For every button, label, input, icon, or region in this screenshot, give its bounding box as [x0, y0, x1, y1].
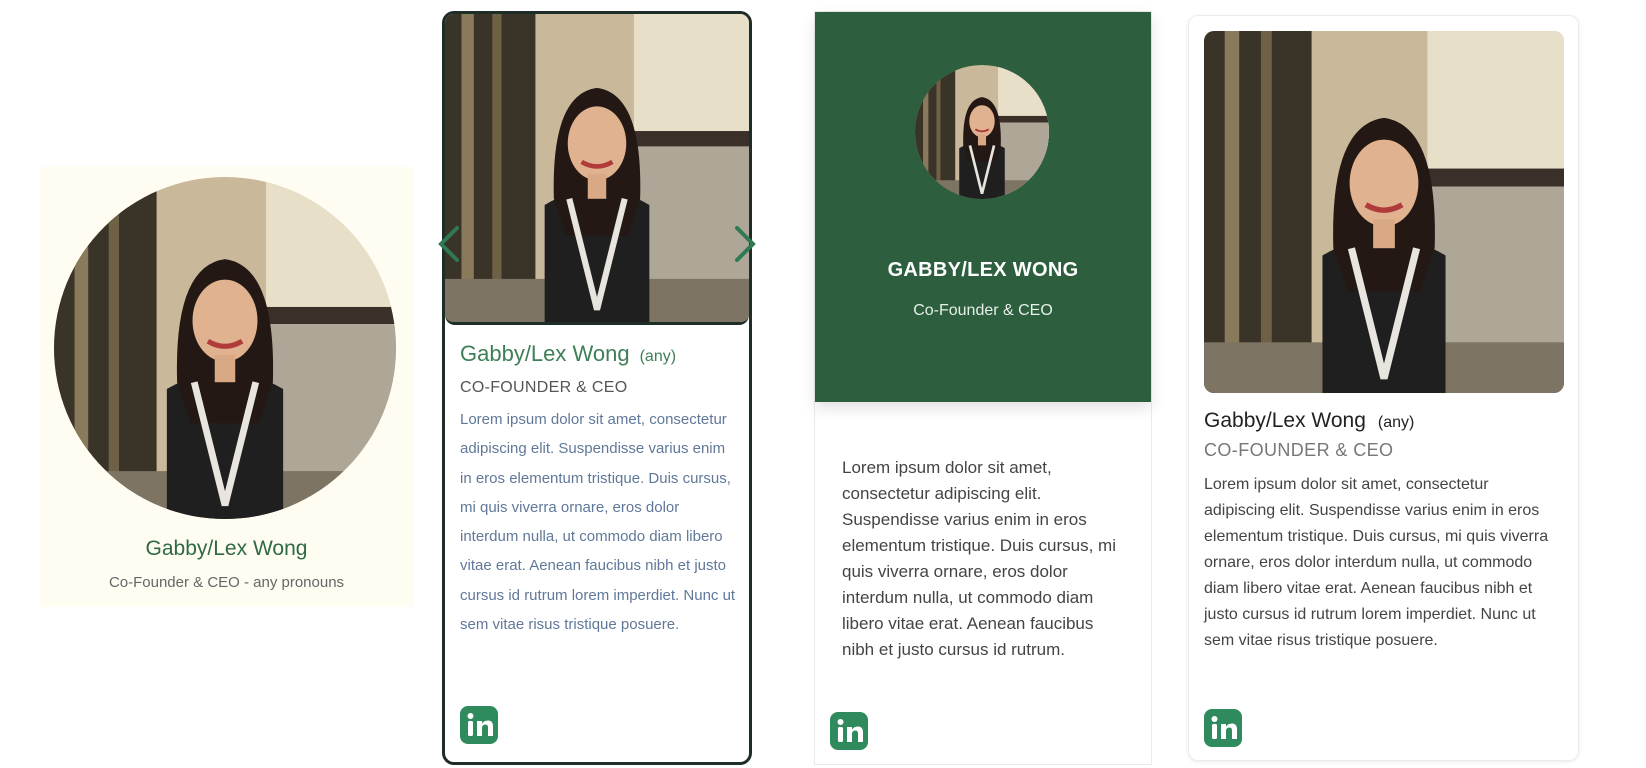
profile-bio: Lorem ipsum dolor sit amet, consectetur … — [1204, 476, 1549, 649]
profile-role: CO-FOUNDER & CEO — [1204, 440, 1394, 460]
profile-photo — [54, 177, 396, 519]
profile-name-row: Gabby/Lex Wong (any) — [1204, 409, 1414, 433]
profile-name: Gabby/Lex Wong — [1204, 409, 1366, 432]
profile-photo — [1204, 31, 1564, 393]
chevron-left-icon[interactable] — [437, 224, 461, 264]
profile-card-circle: Gabby/Lex Wong Co-Founder & CEO - any pr… — [40, 167, 413, 607]
profile-name: Gabby/Lex Wong — [145, 537, 308, 560]
linkedin-icon[interactable] — [1204, 709, 1242, 747]
linkedin-icon[interactable] — [460, 706, 498, 744]
profile-role-pronouns: Co-Founder & CEO - any pronouns — [108, 574, 345, 591]
profile-role: CO-FOUNDER & CEO — [460, 379, 628, 396]
profile-name: GABBY/LEX WONG — [887, 259, 1079, 281]
profile-name-row: Gabby/Lex Wong (any) — [460, 341, 676, 367]
profile-bio: Lorem ipsum dolor sit amet, consectetur … — [460, 411, 736, 634]
profile-card-header: GABBY/LEX WONG Co-Founder & CEO Lorem ip… — [815, 12, 1151, 764]
profile-photo — [445, 14, 749, 325]
profile-photo — [915, 65, 1049, 199]
profile-name: Gabby/Lex Wong — [460, 341, 630, 366]
profile-pronouns: (any) — [1377, 414, 1415, 431]
card-header: GABBY/LEX WONG Co-Founder & CEO — [815, 12, 1151, 402]
profile-card-rounded: Gabby/Lex Wong (any) CO-FOUNDER & CEO Lor… — [1188, 15, 1579, 761]
chevron-right-icon[interactable] — [733, 224, 757, 264]
profile-bio: Lorem ipsum dolor sit amet, consectetur … — [842, 458, 1116, 659]
profile-pronouns: (any) — [639, 348, 677, 365]
profile-card-carousel: Gabby/Lex Wong (any) CO-FOUNDER & CEO Lor… — [438, 11, 756, 765]
profile-role: Co-Founder & CEO — [913, 302, 1053, 319]
linkedin-icon[interactable] — [830, 712, 868, 750]
